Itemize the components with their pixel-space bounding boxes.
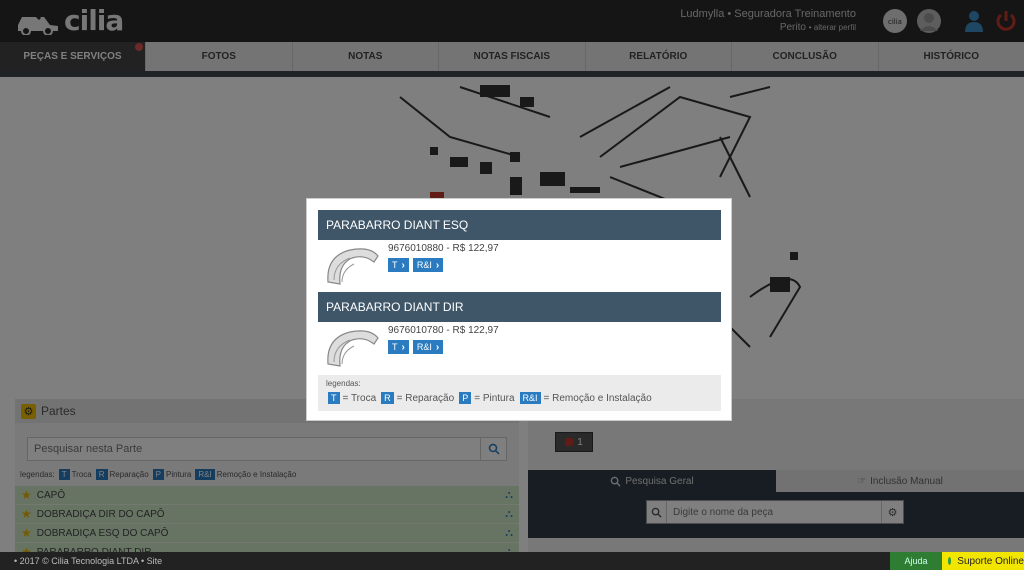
part-code-price: 9676010880 - R$ 122,97 — [388, 243, 499, 254]
online-status-icon — [948, 557, 952, 565]
legend-text: = Troca — [342, 392, 377, 404]
legend-text: = Pintura — [474, 392, 515, 404]
modal-item-header: PARABARRO DIANT DIR — [318, 292, 721, 322]
part-title: PARABARRO DIANT ESQ — [326, 218, 469, 232]
remocao-instalacao-button[interactable]: R&I › — [412, 340, 444, 354]
legend-text: = Remoção e Instalação — [543, 392, 652, 404]
btn-label: T — [392, 342, 398, 352]
chevron-right-icon: › — [401, 341, 405, 353]
chevron-right-icon: › — [435, 259, 440, 271]
fender-liner-image — [327, 330, 379, 367]
part-title: PARABARRO DIANT DIR — [326, 300, 464, 314]
legend-text: = Reparação — [396, 392, 455, 404]
chevron-right-icon: › — [435, 341, 440, 353]
parts-modal: PARABARRO DIANT ESQ 9676010880 - R$ 122,… — [306, 198, 732, 421]
legend-code-r: R — [381, 392, 394, 404]
btn-label: T — [392, 260, 398, 270]
legend-code-ri: R&I — [519, 392, 541, 404]
legend-code-p: P — [459, 392, 472, 404]
part-code-price: 9676010780 - R$ 122,97 — [388, 325, 499, 336]
modal-item-header: PARABARRO DIANT ESQ — [318, 210, 721, 240]
troca-button[interactable]: T › — [388, 258, 409, 272]
legend-label: legendas: — [326, 379, 361, 388]
support-label: Suporte Online — [957, 555, 1024, 567]
remocao-instalacao-button[interactable]: R&I › — [412, 258, 444, 272]
troca-button[interactable]: T › — [388, 340, 409, 354]
modal-legend: legendas: T = Troca R = Reparação P = Pintu… — [318, 375, 721, 411]
modal-part-row: 9676010780 - R$ 122,97 T › R&I › — [318, 322, 721, 370]
btn-label: R&I — [416, 342, 432, 352]
modal-part-row: 9676010880 - R$ 122,97 T › R&I › — [318, 240, 721, 288]
footer-copyright: • 2017 © Cilia Tecnologia LTDA • Site — [14, 556, 163, 566]
legend-code-t: T — [328, 392, 340, 404]
help-button[interactable]: Ajuda — [890, 552, 942, 570]
help-label: Ajuda — [904, 556, 928, 566]
support-online-button[interactable]: Suporte Online — [942, 552, 1024, 570]
chevron-right-icon: › — [401, 259, 405, 271]
btn-label: R&I — [416, 260, 432, 270]
fender-liner-image — [327, 248, 379, 285]
footer: • 2017 © Cilia Tecnologia LTDA • Site Aj… — [0, 552, 1024, 570]
